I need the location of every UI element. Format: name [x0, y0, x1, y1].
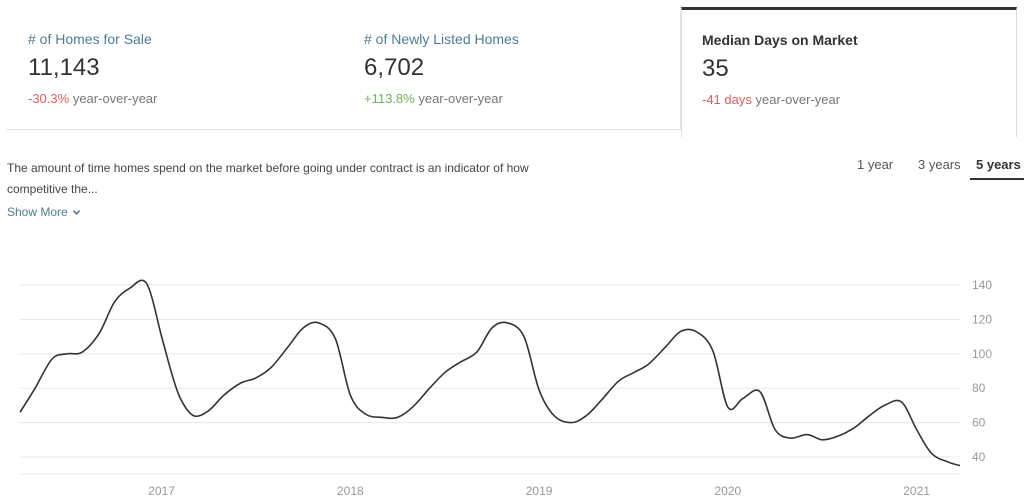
stat-value: 6,702	[364, 54, 425, 81]
stat-label: Median Days on Market	[702, 32, 858, 48]
gridlines	[20, 284, 960, 475]
stat-tab-newly-listed[interactable]: # of Newly Listed Homes 6,702 +113.8% ye…	[340, 7, 681, 130]
stat-label: # of Newly Listed Homes	[364, 31, 519, 47]
change-suffix: year-over-year	[72, 91, 158, 106]
change-suffix: year-over-year	[755, 92, 841, 107]
show-more-label: Show More	[7, 205, 68, 219]
range-5-years[interactable]: 5 years	[970, 157, 1024, 180]
stat-change: -30.3% year-over-year	[28, 91, 157, 106]
x-axis-ticks: 2017 2018 2019 2020 2021	[148, 484, 930, 498]
x-tick-label: 2020	[714, 484, 741, 498]
stat-value: 35	[702, 55, 729, 82]
change-value: -41 days	[702, 92, 752, 107]
show-more-link[interactable]: Show More	[7, 205, 81, 219]
change-value: +113.8%	[364, 91, 415, 106]
x-tick-label: 2021	[903, 484, 930, 498]
change-suffix: year-over-year	[418, 91, 503, 106]
chevron-down-icon	[72, 209, 80, 215]
y-tick-label: 120	[972, 312, 992, 326]
stat-change: +113.8% year-over-year	[364, 91, 503, 106]
y-tick-label: 60	[972, 416, 986, 430]
stat-tabs: # of Homes for Sale 11,143 -30.3% year-o…	[6, 7, 1017, 137]
x-tick-label: 2018	[337, 484, 364, 498]
x-tick-label: 2019	[526, 484, 553, 498]
series-line	[19, 279, 961, 467]
stat-change: -41 days year-over-year	[702, 92, 840, 107]
days-on-market-chart: 40 60 80 100 120 140 2017 2018 2019 2020 2021	[19, 278, 992, 498]
y-tick-label: 40	[972, 450, 986, 464]
stat-tab-homes-for-sale[interactable]: # of Homes for Sale 11,143 -30.3% year-o…	[6, 7, 340, 130]
x-tick-label: 2017	[148, 484, 175, 498]
range-3-years[interactable]: 3 years	[912, 157, 967, 178]
y-tick-label: 140	[972, 278, 992, 292]
y-axis-ticks: 40 60 80 100 120 140	[972, 278, 992, 464]
stat-tab-median-days[interactable]: Median Days on Market 35 -41 days year-o…	[681, 7, 1017, 137]
y-tick-label: 100	[972, 347, 992, 361]
stat-label: # of Homes for Sale	[28, 31, 152, 47]
chart-description: The amount of time homes spend on the ma…	[7, 161, 529, 196]
change-value: -30.3%	[28, 91, 70, 106]
y-tick-label: 80	[972, 381, 986, 395]
stat-value: 11,143	[28, 54, 100, 81]
range-1-year[interactable]: 1 year	[851, 157, 899, 178]
